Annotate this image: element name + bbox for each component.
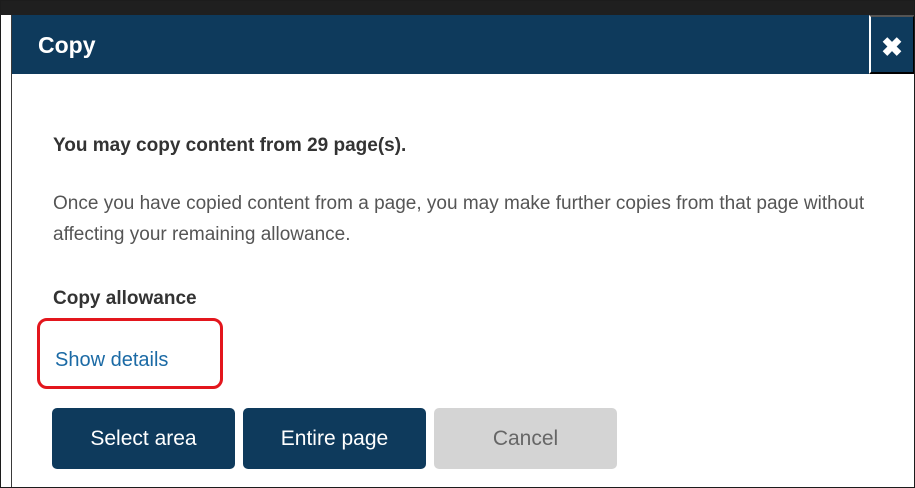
copy-dialog: Copy ✖ You may copy content from 29 page…: [11, 15, 914, 487]
copy-info-text: Once you have copied content from a page…: [53, 193, 865, 245]
select-area-button[interactable]: Select area: [52, 408, 235, 469]
close-button[interactable]: ✖: [869, 15, 914, 74]
copy-pages-headline: You may copy content from 29 page(s).: [53, 135, 407, 156]
cancel-button[interactable]: Cancel: [434, 408, 617, 469]
entire-page-button[interactable]: Entire page: [243, 408, 426, 469]
close-icon: ✖: [881, 32, 903, 62]
background-page-strip: [1, 1, 914, 15]
screenshot-frame: Copy ✖ You may copy content from 29 page…: [0, 0, 915, 488]
copy-allowance-label: Copy allowance: [53, 288, 197, 309]
dialog-title: Copy: [38, 32, 96, 58]
dialog-titlebar: Copy ✖: [12, 15, 914, 74]
show-details-link[interactable]: Show details: [55, 348, 168, 372]
